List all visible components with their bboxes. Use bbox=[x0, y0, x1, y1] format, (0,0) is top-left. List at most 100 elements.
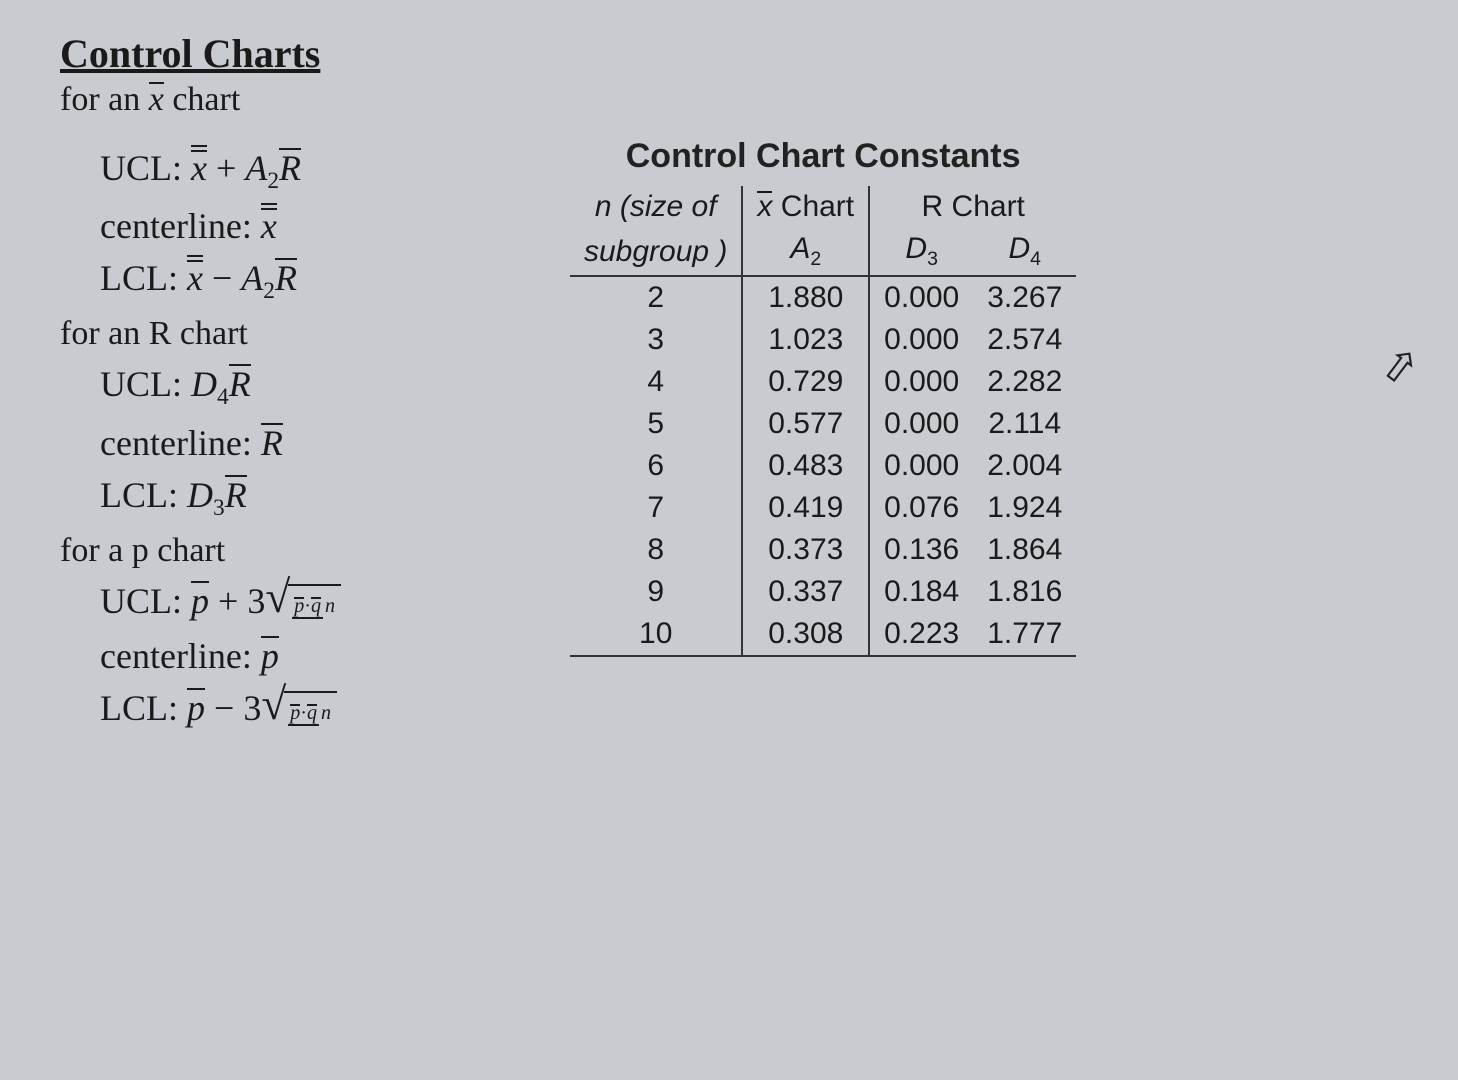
col-rchart: R Chart bbox=[869, 186, 1076, 228]
table-cell-n: 7 bbox=[570, 487, 742, 529]
p-ucl: UCL: p + 3√p·qn bbox=[100, 580, 550, 625]
cursor-icon: ⬀ bbox=[1378, 338, 1422, 394]
sqrt: √p·qn bbox=[265, 584, 341, 625]
col-d4: D4 bbox=[973, 228, 1076, 276]
table-row: 50.5770.0002.114 bbox=[570, 403, 1076, 445]
ucl-label: UCL: bbox=[100, 364, 182, 404]
p-bar: p bbox=[261, 635, 279, 677]
table-cell-n: 6 bbox=[570, 445, 742, 487]
d3-sym: D3 bbox=[187, 475, 225, 515]
fraction-num: p·q bbox=[288, 702, 319, 726]
intro-prefix: for an bbox=[60, 81, 149, 118]
p-chart-intro: for a p chart bbox=[60, 532, 550, 570]
dot: · bbox=[300, 702, 307, 724]
table-cell-n: 2 bbox=[570, 276, 742, 319]
d4-letter: D bbox=[1008, 232, 1030, 265]
table-row: 80.3730.1361.864 bbox=[570, 529, 1076, 571]
d3-letter: D bbox=[187, 475, 213, 515]
col-d3: D3 bbox=[869, 228, 973, 276]
p-centerline: centerline: p bbox=[100, 635, 550, 677]
constants-table-body: 21.8800.0003.26731.0230.0002.57440.7290.… bbox=[570, 276, 1076, 656]
x-double-bar: x bbox=[191, 147, 207, 189]
table-cell-d4: 2.114 bbox=[973, 403, 1076, 445]
sqrt-inner: p·qn bbox=[288, 584, 341, 625]
xbar-centerline: centerline: x bbox=[100, 205, 550, 247]
table-cell-d4: 1.924 bbox=[973, 487, 1076, 529]
a2-sub: 2 bbox=[810, 248, 821, 270]
p-bar: p bbox=[191, 580, 209, 622]
r-ucl: UCL: D4R bbox=[100, 363, 550, 411]
table-cell-d4: 2.004 bbox=[973, 445, 1076, 487]
col-n-line1: n (size of bbox=[570, 186, 742, 228]
sqrt: √p·qn bbox=[261, 691, 337, 732]
r-lcl: LCL: D3R bbox=[100, 474, 550, 522]
centerline-label: centerline: bbox=[100, 423, 252, 463]
a2-letter: A bbox=[790, 232, 810, 265]
sqrt-inner: p·qn bbox=[284, 691, 337, 732]
intro-suffix: chart bbox=[164, 81, 240, 118]
r-bar: R bbox=[275, 257, 297, 299]
lcl-label: LCL: bbox=[100, 258, 178, 298]
n-suffix: (size of bbox=[612, 190, 717, 223]
d3-letter: D bbox=[905, 232, 927, 265]
table-cell-d3: 0.000 bbox=[869, 276, 973, 319]
table-row: 100.3080.2231.777 bbox=[570, 613, 1076, 656]
three: 3 bbox=[247, 581, 265, 621]
constants-table: n (size of x Chart R Chart subgroup ) A2… bbox=[570, 186, 1076, 657]
table-cell-d3: 0.223 bbox=[869, 613, 973, 656]
table-cell-d4: 3.267 bbox=[973, 276, 1076, 319]
centerline-label: centerline: bbox=[100, 206, 252, 246]
table-header-row-2: subgroup ) A2 D3 D4 bbox=[570, 228, 1076, 276]
fraction-den: n bbox=[323, 595, 337, 617]
table-cell-a2: 1.880 bbox=[742, 276, 869, 319]
table-cell-a2: 1.023 bbox=[742, 319, 869, 361]
table-cell-d4: 1.777 bbox=[973, 613, 1076, 656]
xbar-chart-intro: for an x chart bbox=[60, 81, 1398, 119]
x-double-bar: x bbox=[187, 257, 203, 299]
lcl-label: LCL: bbox=[100, 688, 178, 728]
page: Control Charts for an x chart UCL: x + A… bbox=[0, 0, 1458, 772]
col-n-line2: subgroup ) bbox=[570, 228, 742, 276]
a2-letter: A bbox=[245, 148, 267, 188]
formulas-column: UCL: x + A2R centerline: x LCL: x − A2R … bbox=[60, 137, 550, 742]
table-cell-a2: 0.337 bbox=[742, 571, 869, 613]
fraction: p·qn bbox=[288, 703, 333, 724]
table-cell-a2: 0.729 bbox=[742, 361, 869, 403]
p-bar: p bbox=[187, 687, 205, 729]
fraction-num: p·q bbox=[292, 595, 323, 619]
table-row: 40.7290.0002.282 bbox=[570, 361, 1076, 403]
table-row: 31.0230.0002.574 bbox=[570, 319, 1076, 361]
ucl-label: UCL: bbox=[100, 581, 182, 621]
x-double-bar: x bbox=[261, 205, 277, 247]
col-a2: A2 bbox=[742, 228, 869, 276]
a2-sub: 2 bbox=[267, 168, 279, 194]
r-centerline: centerline: R bbox=[100, 422, 550, 464]
d4-sub: 4 bbox=[1030, 248, 1041, 270]
three: 3 bbox=[243, 688, 261, 728]
table-header-row-1: n (size of x Chart R Chart bbox=[570, 186, 1076, 228]
radical-icon: √ bbox=[261, 691, 286, 718]
d4-letter: D bbox=[191, 364, 217, 404]
p-bar: p bbox=[290, 703, 300, 724]
table-cell-a2: 0.373 bbox=[742, 529, 869, 571]
xbar-symbol: x bbox=[757, 190, 772, 224]
centerline-label: centerline: bbox=[100, 636, 252, 676]
table-cell-d4: 1.864 bbox=[973, 529, 1076, 571]
r-bar: R bbox=[261, 422, 283, 464]
table-cell-n: 8 bbox=[570, 529, 742, 571]
table-cell-a2: 0.577 bbox=[742, 403, 869, 445]
main-title: Control Charts bbox=[60, 30, 1398, 77]
d3-sub: 3 bbox=[927, 248, 938, 270]
n-sym: n bbox=[595, 190, 612, 223]
a2-letter: A bbox=[241, 258, 263, 298]
table-row: 90.3370.1841.816 bbox=[570, 571, 1076, 613]
q-bar: q bbox=[311, 596, 321, 617]
table-cell-d3: 0.076 bbox=[869, 487, 973, 529]
table-row: 70.4190.0761.924 bbox=[570, 487, 1076, 529]
xchart-suffix: Chart bbox=[772, 190, 854, 223]
table-cell-a2: 0.483 bbox=[742, 445, 869, 487]
ucl-label: UCL: bbox=[100, 148, 182, 188]
table-cell-d3: 0.136 bbox=[869, 529, 973, 571]
table-cell-n: 3 bbox=[570, 319, 742, 361]
table-cell-n: 9 bbox=[570, 571, 742, 613]
